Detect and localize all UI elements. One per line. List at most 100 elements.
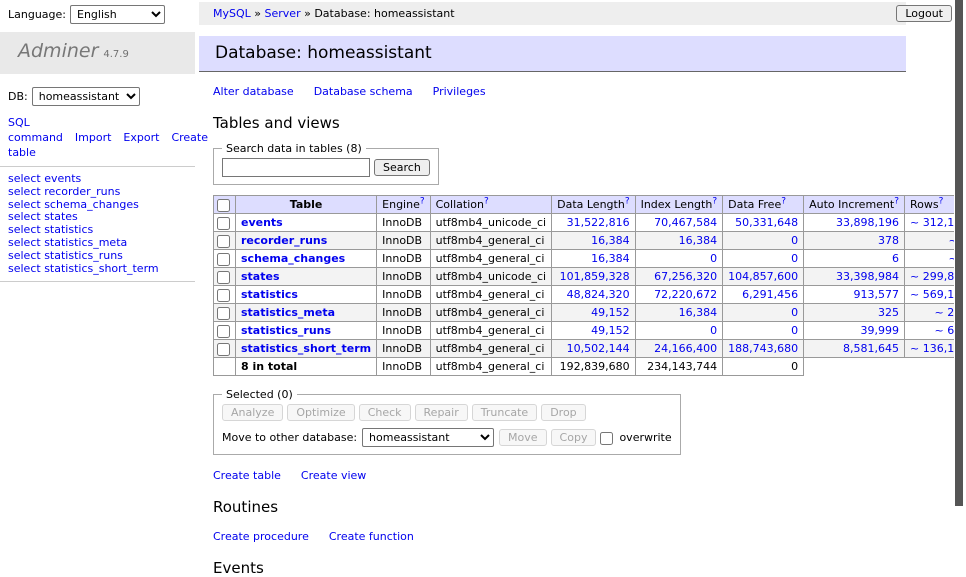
data-free-link[interactable]: 104,857,600 (728, 270, 798, 283)
data-free-link[interactable]: 188,743,680 (728, 342, 798, 355)
row-checkbox[interactable] (217, 307, 230, 320)
index-length-link[interactable]: 70,467,584 (654, 216, 717, 229)
search-input[interactable] (222, 158, 370, 177)
table-structure-link[interactable]: schema_changes (241, 252, 345, 265)
data-length-link[interactable]: 101,859,328 (560, 270, 630, 283)
table-structure-link[interactable]: statistics (241, 288, 298, 301)
copy-button[interactable]: Copy (551, 429, 597, 446)
index-length-link[interactable]: 24,166,400 (654, 342, 717, 355)
privileges-link[interactable]: Privileges (433, 85, 486, 98)
row-checkbox[interactable] (217, 235, 230, 248)
auto-increment-link[interactable]: 6 (892, 252, 899, 265)
logout-button[interactable]: Logout (896, 5, 952, 22)
table-name-link[interactable]: states (44, 210, 78, 223)
auto-increment-link[interactable]: 33,398,984 (836, 270, 899, 283)
table-structure-link[interactable]: statistics_short_term (241, 342, 371, 355)
auto-increment-link[interactable]: 325 (878, 306, 899, 319)
auto-increment-link[interactable]: 913,577 (854, 288, 900, 301)
select-link[interactable]: select (8, 198, 41, 211)
table-structure-link[interactable]: statistics_runs (241, 324, 331, 337)
select-link[interactable]: select (8, 210, 41, 223)
table-name-link[interactable]: statistics (44, 223, 93, 236)
vertical-scrollbar[interactable] (954, 0, 966, 543)
create-view-link[interactable]: Create view (301, 469, 366, 482)
optimize-button[interactable]: Optimize (287, 404, 354, 421)
data-length-link[interactable]: 48,824,320 (567, 288, 630, 301)
breadcrumb-link[interactable]: MySQL (213, 7, 251, 20)
column-help-link[interactable]: ? (712, 196, 717, 206)
table-structure-link[interactable]: states (241, 270, 280, 283)
select-link[interactable]: select (8, 262, 41, 275)
auto-increment-link[interactable]: 378 (878, 234, 899, 247)
index-length-link[interactable]: 0 (710, 324, 717, 337)
table-name-link[interactable]: statistics_meta (44, 236, 127, 249)
move-button[interactable]: Move (499, 429, 547, 446)
create-table-link[interactable]: Create table (213, 469, 281, 482)
row-checkbox[interactable] (217, 325, 230, 338)
column-help-link[interactable]: ? (781, 196, 786, 206)
data-free-link[interactable]: 50,331,648 (735, 216, 798, 229)
table-name-link[interactable]: schema_changes (44, 198, 139, 211)
alter-database-link[interactable]: Alter database (213, 85, 294, 98)
drop-button[interactable]: Drop (541, 404, 585, 421)
check-button[interactable]: Check (359, 404, 411, 421)
db-select[interactable]: homeassistant (32, 87, 140, 106)
data-free-link[interactable]: 6,291,456 (742, 288, 798, 301)
create-function-link[interactable]: Create function (329, 530, 414, 543)
adminer-home-link[interactable]: Adminer (18, 40, 98, 62)
select-all-checkbox[interactable] (217, 199, 230, 212)
index-length-link[interactable]: 0 (710, 252, 717, 265)
data-length-link[interactable]: 16,384 (591, 252, 630, 265)
data-length-link[interactable]: 31,522,816 (567, 216, 630, 229)
row-checkbox[interactable] (217, 253, 230, 266)
data-free-link[interactable]: 0 (791, 324, 798, 337)
column-help-link[interactable]: ? (420, 196, 425, 206)
search-button[interactable]: Search (374, 159, 430, 176)
select-link[interactable]: select (8, 172, 41, 185)
table-name-link[interactable]: statistics_short_term (44, 262, 158, 275)
auto-increment-link[interactable]: 33,898,196 (836, 216, 899, 229)
column-help-link[interactable]: ? (939, 196, 944, 206)
repair-button[interactable]: Repair (415, 404, 468, 421)
table-structure-link[interactable]: events (241, 216, 283, 229)
data-length-link[interactable]: 10,502,144 (567, 342, 630, 355)
table-name-link[interactable]: statistics_runs (44, 249, 123, 262)
truncate-button[interactable]: Truncate (472, 404, 537, 421)
index-length-link[interactable]: 67,256,320 (654, 270, 717, 283)
data-free-link[interactable]: 0 (791, 234, 798, 247)
select-link[interactable]: select (8, 249, 41, 262)
data-length-link[interactable]: 16,384 (591, 234, 630, 247)
column-help-link[interactable]: ? (484, 196, 489, 206)
column-help-link[interactable]: ? (894, 196, 899, 206)
data-length-link[interactable]: 49,152 (591, 306, 630, 319)
analyze-button[interactable]: Analyze (222, 404, 283, 421)
select-link[interactable]: select (8, 236, 41, 249)
table-name-link[interactable]: recorder_runs (44, 185, 120, 198)
overwrite-checkbox[interactable] (600, 432, 613, 445)
database-schema-link[interactable]: Database schema (314, 85, 413, 98)
breadcrumb-link[interactable]: Server (265, 7, 301, 20)
auto-increment-link[interactable]: 8,581,645 (843, 342, 899, 355)
row-checkbox[interactable] (217, 343, 230, 356)
index-length-link[interactable]: 16,384 (679, 306, 718, 319)
language-select[interactable]: English (70, 5, 165, 24)
row-checkbox[interactable] (217, 289, 230, 302)
move-database-select[interactable]: homeassistant (362, 428, 494, 447)
data-free-link[interactable]: 0 (791, 306, 798, 319)
sidebar-link-export[interactable]: Export (123, 131, 159, 144)
index-length-link[interactable]: 72,220,672 (654, 288, 717, 301)
adminer-version[interactable]: 4.7.9 (103, 49, 128, 60)
sidebar-link-sql-command[interactable]: SQL command (8, 116, 63, 144)
data-length-link[interactable]: 49,152 (591, 324, 630, 337)
scrollbar-thumb[interactable] (955, 0, 963, 506)
data-free-link[interactable]: 0 (791, 252, 798, 265)
select-link[interactable]: select (8, 185, 41, 198)
row-checkbox[interactable] (217, 271, 230, 284)
create-procedure-link[interactable]: Create procedure (213, 530, 309, 543)
index-length-link[interactable]: 16,384 (679, 234, 718, 247)
table-structure-link[interactable]: statistics_meta (241, 306, 335, 319)
table-structure-link[interactable]: recorder_runs (241, 234, 327, 247)
column-help-link[interactable]: ? (625, 196, 630, 206)
auto-increment-link[interactable]: 39,999 (861, 324, 900, 337)
sidebar-link-import[interactable]: Import (75, 131, 112, 144)
